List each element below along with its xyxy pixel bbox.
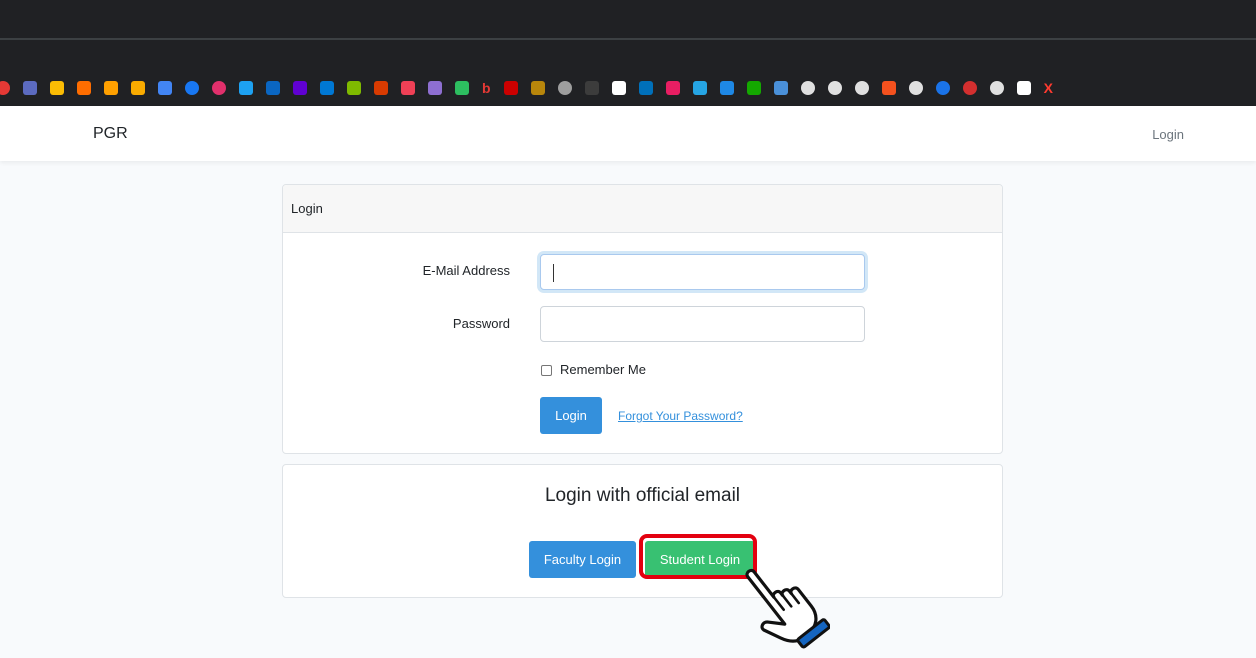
instagram-icon[interactable] (212, 81, 226, 95)
x-icon[interactable]: X (1044, 81, 1053, 95)
email-input[interactable] (540, 254, 865, 290)
cnn-icon[interactable] (503, 81, 518, 95)
official-login-card: Login with official email Faculty Login … (282, 464, 1003, 598)
microsoft-icon[interactable] (347, 81, 361, 95)
red-circle-icon[interactable] (962, 81, 977, 95)
translate-icon[interactable] (158, 81, 172, 95)
evernote-icon[interactable] (455, 81, 469, 95)
remember-me-label[interactable]: Remember Me (560, 362, 646, 377)
navbar: PGR Login (0, 106, 1256, 161)
y-icon[interactable] (719, 81, 734, 95)
analytics-icon[interactable] (131, 81, 145, 95)
navbar-brand[interactable]: PGR (93, 125, 128, 143)
pinwheel-icon[interactable] (881, 81, 896, 95)
drive-icon[interactable] (584, 81, 599, 95)
star-circle-icon[interactable] (935, 81, 950, 95)
notion-icon[interactable] (611, 81, 626, 95)
login-card: Login E-Mail Address Password Remember M… (282, 184, 1003, 454)
password-input[interactable] (540, 306, 865, 342)
globe-icon[interactable] (800, 81, 815, 95)
remember-me-checkbox[interactable] (541, 365, 552, 376)
paypal-icon[interactable] (638, 81, 653, 95)
firebase-icon[interactable] (104, 81, 118, 95)
twitter-icon[interactable] (239, 81, 253, 95)
browser-tab-bar (0, 0, 1256, 38)
faculty-login-button[interactable]: Faculty Login (529, 541, 636, 578)
forgot-password-link[interactable]: Forgot Your Password? (618, 409, 743, 423)
email-label: E-Mail Address (422, 263, 510, 278)
outlook-icon[interactable] (320, 81, 334, 95)
globe-icon[interactable] (989, 81, 1004, 95)
official-login-title: Login with official email (544, 485, 741, 506)
text-b-icon[interactable]: b (482, 81, 491, 95)
globe-icon[interactable] (827, 81, 842, 95)
yahoo-icon[interactable] (293, 81, 307, 95)
browser-address-bar[interactable] (0, 40, 1256, 70)
notes-icon[interactable] (428, 81, 442, 95)
bookmarks-bar: bX (0, 70, 1256, 106)
office-icon[interactable] (374, 81, 388, 95)
s-icon[interactable] (665, 81, 680, 95)
password-label: Password (452, 316, 510, 331)
google-ads-icon[interactable] (50, 81, 64, 95)
arch-icon[interactable] (77, 81, 91, 95)
login-card-header: Login (283, 185, 1002, 233)
pocket-icon[interactable] (401, 81, 415, 95)
login-button[interactable]: Login (540, 397, 602, 434)
text-caret (553, 264, 554, 282)
drop-icon[interactable] (692, 81, 707, 95)
tl-icon[interactable] (1016, 81, 1031, 95)
profile-icon[interactable] (557, 81, 572, 95)
red-dot-icon[interactable] (0, 81, 10, 95)
four-icon[interactable] (773, 81, 788, 95)
nav-login-link[interactable]: Login (1152, 127, 1184, 142)
pattern-icon[interactable] (530, 81, 545, 95)
linkedin-icon[interactable] (266, 81, 280, 95)
facebook-icon[interactable] (185, 81, 199, 95)
pointing-hand-icon (745, 568, 830, 649)
bookmark-flag-icon[interactable] (23, 81, 37, 95)
upwork-icon[interactable] (746, 81, 761, 95)
globe-icon[interactable] (908, 81, 923, 95)
globe-icon[interactable] (854, 81, 869, 95)
